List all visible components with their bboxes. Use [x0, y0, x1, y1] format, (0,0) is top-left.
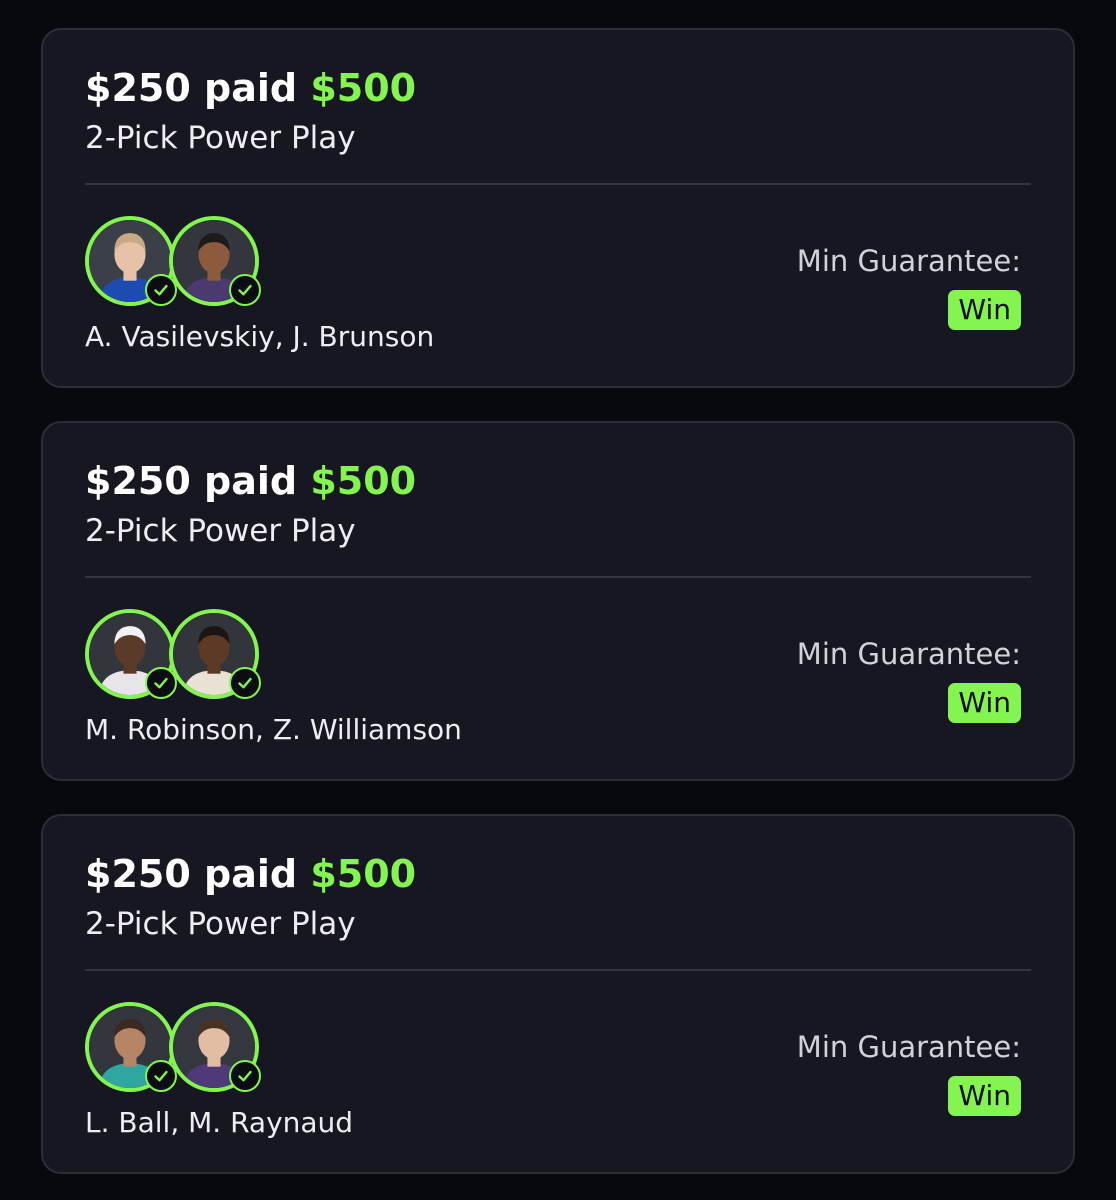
- paid-word: paid: [204, 852, 298, 896]
- checkmark-icon: [145, 667, 177, 699]
- paid-amount: $250: [85, 459, 191, 503]
- divider: [85, 969, 1031, 971]
- player-avatars: [85, 1002, 261, 1094]
- paid-amount: $250: [85, 66, 191, 110]
- min-guarantee-label: Min Guarantee:: [796, 637, 1021, 671]
- entry-card[interactable]: $250 paid $500 2-Pick Power Play L. Ball…: [41, 814, 1075, 1174]
- payout-amount: $500: [310, 66, 417, 110]
- paid-amount: $250: [85, 852, 191, 896]
- entry-headline: $250 paid $500: [85, 459, 416, 503]
- result-badge: Win: [948, 1076, 1021, 1116]
- paid-word: paid: [204, 66, 298, 110]
- entries-feed: $250 paid $500 2-Pick Power Play A. Vasi…: [0, 0, 1116, 1200]
- player-avatars: [85, 609, 261, 701]
- entry-card[interactable]: $250 paid $500 2-Pick Power Play M. Robi…: [41, 421, 1075, 781]
- result-badge: Win: [948, 683, 1021, 723]
- player-names: M. Robinson, Z. Williamson: [85, 713, 462, 746]
- player-names: A. Vasilevskiy, J. Brunson: [85, 320, 435, 353]
- divider: [85, 576, 1031, 578]
- paid-word: paid: [204, 459, 298, 503]
- result-badge: Win: [948, 290, 1021, 330]
- player-avatars: [85, 216, 261, 308]
- checkmark-icon: [229, 274, 261, 306]
- entry-headline: $250 paid $500: [85, 66, 416, 110]
- play-type: 2-Pick Power Play: [85, 120, 356, 156]
- payout-amount: $500: [310, 852, 417, 896]
- checkmark-icon: [229, 667, 261, 699]
- checkmark-icon: [145, 274, 177, 306]
- divider: [85, 183, 1031, 185]
- entry-headline: $250 paid $500: [85, 852, 416, 896]
- min-guarantee-label: Min Guarantee:: [796, 244, 1021, 278]
- play-type: 2-Pick Power Play: [85, 513, 356, 549]
- play-type: 2-Pick Power Play: [85, 906, 356, 942]
- checkmark-icon: [229, 1060, 261, 1092]
- min-guarantee-label: Min Guarantee:: [796, 1030, 1021, 1064]
- payout-amount: $500: [310, 459, 417, 503]
- entry-card[interactable]: $250 paid $500 2-Pick Power Play A. Vasi…: [41, 28, 1075, 388]
- checkmark-icon: [145, 1060, 177, 1092]
- player-names: L. Ball, M. Raynaud: [85, 1106, 354, 1139]
